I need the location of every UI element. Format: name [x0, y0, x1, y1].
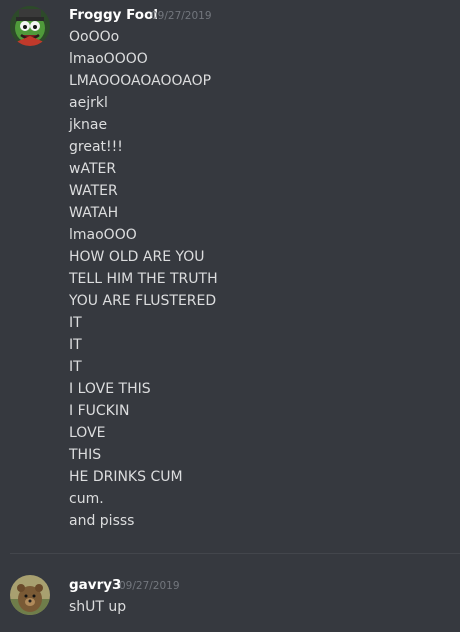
message-author[interactable]: gavry3 [69, 577, 121, 593]
message-timestamp: 09/27/2019 [119, 580, 180, 592]
bear-avatar-icon[interactable] [10, 575, 50, 615]
message-line: shUT up [69, 599, 127, 615]
message-group-gavry3: gavry3 09/27/2019 shUT up [0, 0, 460, 632]
